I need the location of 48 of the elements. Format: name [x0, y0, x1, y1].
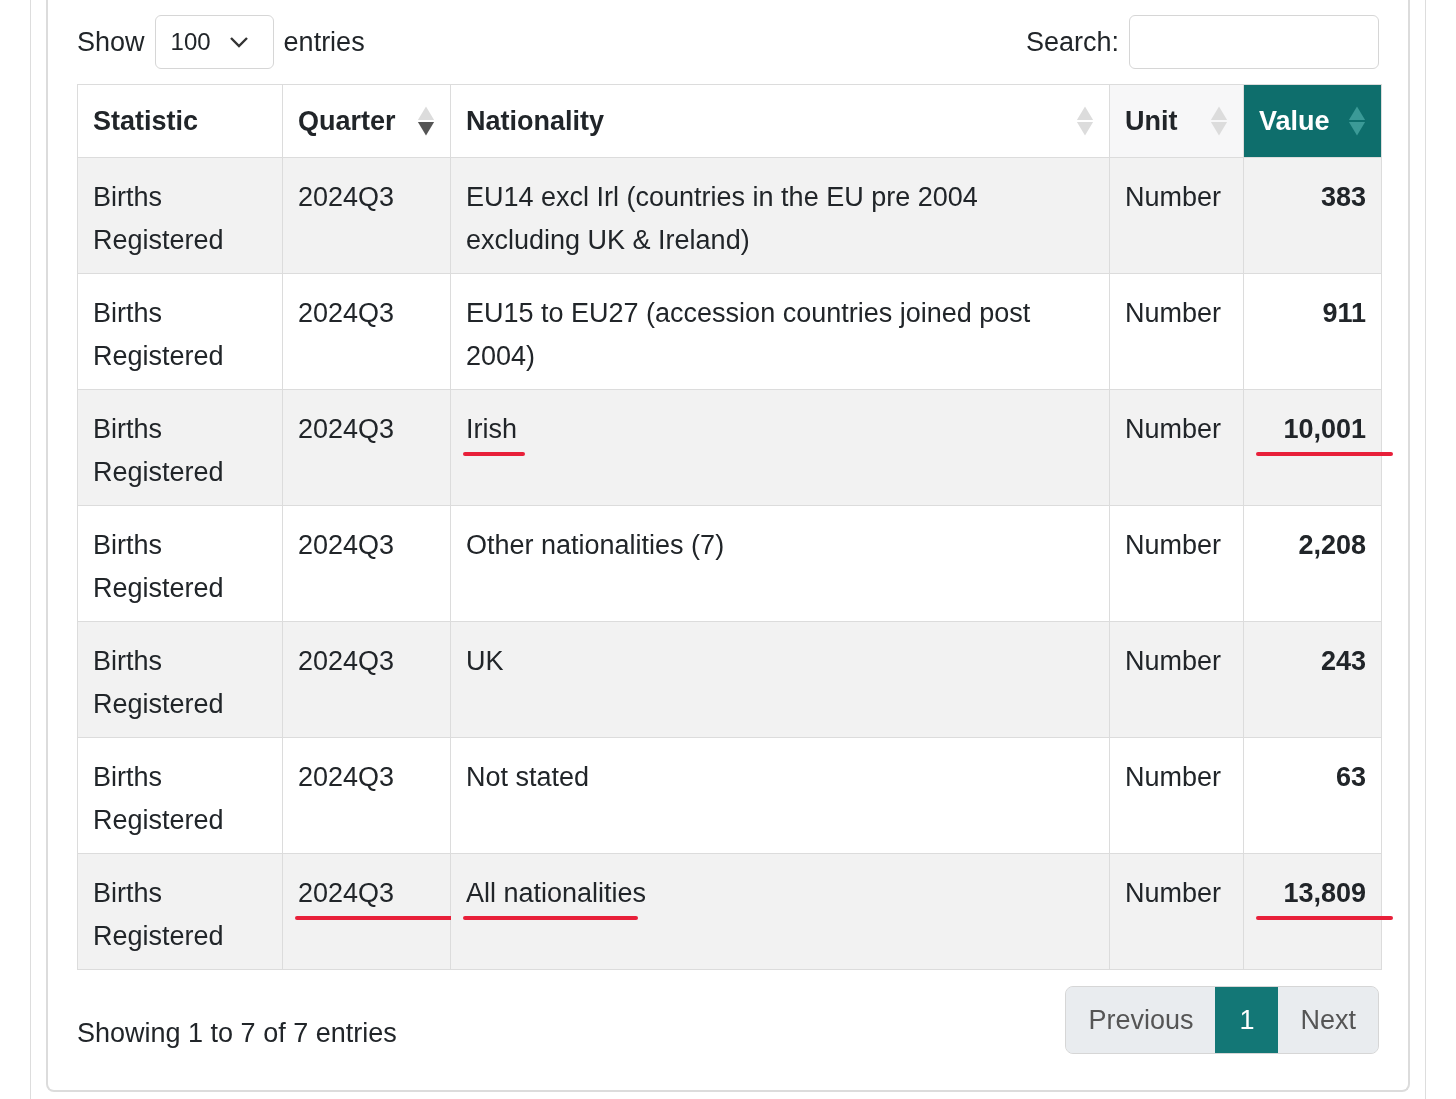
table-cell: 383: [1320, 182, 1366, 212]
search-field[interactable]: [1129, 15, 1379, 69]
column-header[interactable]: Unit: [1109, 84, 1244, 158]
table-cell: Number: [1125, 646, 1222, 676]
table-cell-text: Births Registered: [93, 529, 225, 605]
table-cell: 2024Q3: [298, 762, 395, 792]
table-cell: Number: [1125, 530, 1222, 560]
show-label: Show: [77, 26, 145, 58]
column-header[interactable]: Quarter: [282, 84, 451, 158]
table-cell: 2024Q3: [298, 530, 395, 560]
table-cell-text: Births Registered: [93, 297, 225, 373]
column-header[interactable]: Value: [1243, 84, 1382, 158]
column-header[interactable]: Statistic: [77, 84, 283, 158]
table-cell-text: Births Registered: [93, 877, 225, 953]
table-cell: 911: [1322, 298, 1366, 328]
table-cell: 63: [1335, 762, 1366, 792]
table-cell: All nationalities: [466, 878, 647, 908]
table-cell: 2024Q3: [298, 878, 395, 908]
page-size-select[interactable]: 100: [154, 15, 274, 69]
table-cell-text: Births Registered: [93, 645, 225, 721]
table-cell: 13,809: [1283, 878, 1366, 908]
table-cell: 2024Q3: [298, 298, 395, 328]
table-cell: Irish: [466, 414, 517, 444]
table-cell: 2024Q3: [298, 414, 395, 444]
table-cell: 10,001: [1283, 414, 1366, 444]
table-cell: 2024Q3: [298, 646, 395, 676]
table-cell: UK: [466, 646, 504, 676]
table-cell-text: Births Registered: [93, 413, 225, 489]
table-cell-text: Births Registered: [93, 181, 225, 257]
column-header[interactable]: Nationality: [450, 84, 1110, 158]
table-cell: 2,208: [1298, 530, 1366, 560]
table-cell-text: Births Registered: [93, 761, 225, 837]
table-cell: Number: [1125, 414, 1222, 444]
search-label: Search:: [1025, 26, 1119, 58]
table-cell: Other nationalities (7): [466, 530, 725, 560]
table-cell: 2024Q3: [298, 182, 395, 212]
table-cell: Number: [1125, 298, 1222, 328]
table-cell: Number: [1125, 762, 1222, 792]
table-cell: EU14 excl Irl (countries in the EU pre 2004 excluding UK & Ireland): [466, 182, 978, 255]
table-cell: EU15 to EU27 (accession countries joined post 2004): [466, 298, 1031, 371]
page-button[interactable]: 1: [1215, 987, 1279, 1053]
table-cell: Number: [1125, 878, 1222, 908]
table-cell: 243: [1320, 646, 1366, 676]
table-cell: Number: [1125, 182, 1222, 212]
table-info-text: Showing 1 to 7 of 7 entries: [77, 1016, 397, 1049]
table-cell: Not stated: [466, 762, 590, 792]
chevron-down-icon: [228, 36, 249, 48]
entries-label: entries: [283, 26, 365, 58]
